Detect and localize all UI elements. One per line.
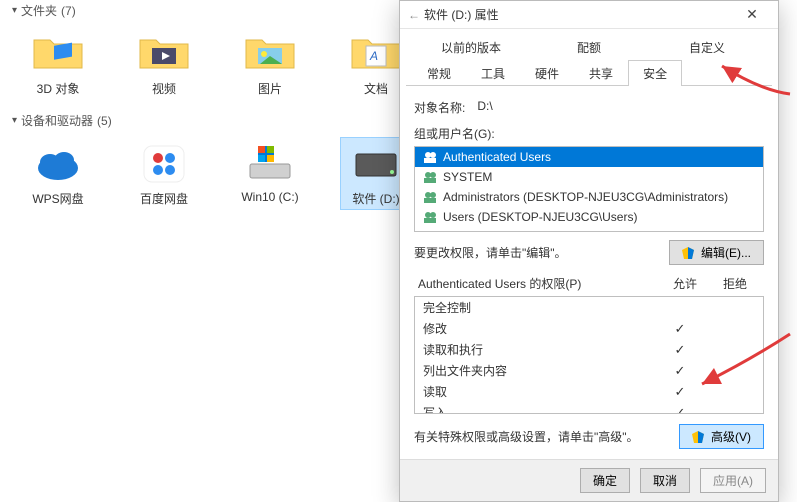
drive-c[interactable]: Win10 (C:) (234, 137, 306, 210)
drive-label: Win10 (C:) (241, 190, 298, 204)
permission-row: 读取✓ (415, 381, 763, 402)
drive-baidu[interactable]: 百度网盘 (128, 137, 200, 210)
dialog-tabs: 以前的版本 配额 自定义 常规 工具 硬件 共享 安全 (406, 33, 772, 86)
folder-pictures[interactable]: 图片 (234, 27, 306, 100)
folder-label: 文档 (364, 80, 388, 97)
baidu-icon (136, 140, 192, 184)
folder-icon: A (348, 30, 404, 74)
section-folders-count: (7) (61, 4, 76, 18)
list-item[interactable]: SYSTEM (415, 167, 763, 187)
advanced-button-label: 高级(V) (711, 430, 751, 444)
users-icon (423, 211, 437, 223)
edit-hint: 要更改权限，请单击"编辑"。 (414, 244, 669, 261)
list-item[interactable]: Users (DESKTOP-NJEU3CG\Users) (415, 207, 763, 227)
chevron-down-icon: ▾ (12, 115, 17, 126)
chevron-down-icon: ▾ (12, 5, 17, 16)
list-item-label: Administrators (DESKTOP-NJEU3CG\Administ… (443, 190, 728, 204)
group-users-list[interactable]: Authenticated Users SYSTEM Administrator… (414, 146, 764, 232)
list-item[interactable]: Authenticated Users (415, 147, 763, 167)
users-icon (423, 171, 437, 183)
folder-icon (242, 30, 298, 74)
tab-quota[interactable]: 配额 (530, 34, 648, 60)
edit-button-label: 编辑(E)... (701, 246, 751, 260)
dialog-title: 软件 (D:) 属性 (424, 6, 734, 23)
perm-header-allow: 允许 (660, 275, 710, 292)
folder-label: 图片 (258, 80, 282, 97)
edit-button[interactable]: 编辑(E)... (669, 240, 764, 265)
section-folders-title: 文件夹 (21, 2, 57, 19)
permission-row: 列出文件夹内容✓ (415, 360, 763, 381)
tab-security[interactable]: 安全 (628, 60, 682, 86)
tab-previous-versions[interactable]: 以前的版本 (412, 34, 530, 60)
object-name-value: D:\ (477, 99, 492, 116)
tab-general[interactable]: 常规 (412, 60, 466, 86)
permission-row: 完全控制 (415, 297, 763, 318)
close-button[interactable]: ✕ (734, 6, 770, 23)
permissions-list[interactable]: 完全控制修改✓读取和执行✓列出文件夹内容✓读取✓写入✓ (414, 296, 764, 414)
cancel-button[interactable]: 取消 (640, 468, 690, 493)
object-name-label: 对象名称: (414, 99, 465, 116)
perm-header-name: Authenticated Users 的权限(P) (418, 275, 660, 292)
shield-icon (682, 247, 694, 259)
users-icon (423, 191, 437, 203)
shield-icon (692, 431, 704, 443)
dialog-titlebar[interactable]: ← 软件 (D:) 属性 ✕ (400, 1, 778, 29)
ok-button[interactable]: 确定 (580, 468, 630, 493)
folder-3d-objects[interactable]: 3D 对象 (22, 27, 94, 100)
folder-icon (136, 30, 192, 74)
list-item-label: Authenticated Users (443, 150, 551, 164)
folder-label: 视频 (152, 80, 176, 97)
section-drives-title: 设备和驱动器 (21, 112, 93, 129)
advanced-button[interactable]: 高级(V) (679, 424, 764, 449)
permission-name: 读取 (423, 383, 655, 400)
drive-icon (348, 140, 404, 184)
drive-icon (242, 140, 298, 184)
perm-header-deny: 拒绝 (710, 275, 760, 292)
permission-allow: ✓ (655, 321, 705, 337)
permission-row: 修改✓ (415, 318, 763, 339)
list-item-label: SYSTEM (443, 170, 492, 184)
users-icon (423, 151, 437, 163)
apply-button[interactable]: 应用(A) (700, 468, 766, 493)
permission-allow: ✓ (655, 363, 705, 379)
permission-row: 读取和执行✓ (415, 339, 763, 360)
permission-allow: ✓ (655, 405, 705, 415)
group-users-label: 组或用户名(G): (414, 125, 764, 142)
permission-allow: ✓ (655, 342, 705, 358)
list-item[interactable]: Administrators (DESKTOP-NJEU3CG\Administ… (415, 187, 763, 207)
permission-row: 写入✓ (415, 402, 763, 414)
drive-label: 软件 (D:) (352, 190, 399, 207)
permission-name: 写入 (423, 404, 655, 414)
tab-hardware[interactable]: 硬件 (520, 60, 574, 86)
permission-name: 完全控制 (423, 299, 655, 316)
drive-label: 百度网盘 (140, 190, 188, 207)
properties-dialog: ← 软件 (D:) 属性 ✕ 以前的版本 配额 自定义 常规 工具 硬件 共享 … (399, 0, 779, 502)
permission-name: 列出文件夹内容 (423, 362, 655, 379)
tab-tools[interactable]: 工具 (466, 60, 520, 86)
folder-icon (30, 30, 86, 74)
permission-allow: ✓ (655, 384, 705, 400)
svg-text:A: A (369, 49, 378, 63)
back-icon: ← (408, 8, 424, 22)
advanced-hint: 有关特殊权限或高级设置，请单击"高级"。 (414, 428, 669, 445)
list-item-label: Users (DESKTOP-NJEU3CG\Users) (443, 210, 637, 224)
folder-videos[interactable]: 视频 (128, 27, 200, 100)
folder-label: 3D 对象 (37, 80, 80, 97)
security-tab-content: 对象名称: D:\ 组或用户名(G): Authenticated Users … (400, 86, 778, 449)
tab-customize[interactable]: 自定义 (648, 34, 766, 60)
section-drives-count: (5) (97, 114, 112, 128)
dialog-button-bar: 确定 取消 应用(A) (400, 459, 778, 501)
permission-name: 修改 (423, 320, 655, 337)
permission-name: 读取和执行 (423, 341, 655, 358)
cloud-icon (30, 140, 86, 184)
drive-wps[interactable]: WPS网盘 (22, 137, 94, 210)
tab-sharing[interactable]: 共享 (574, 60, 628, 86)
drive-label: WPS网盘 (32, 190, 83, 207)
